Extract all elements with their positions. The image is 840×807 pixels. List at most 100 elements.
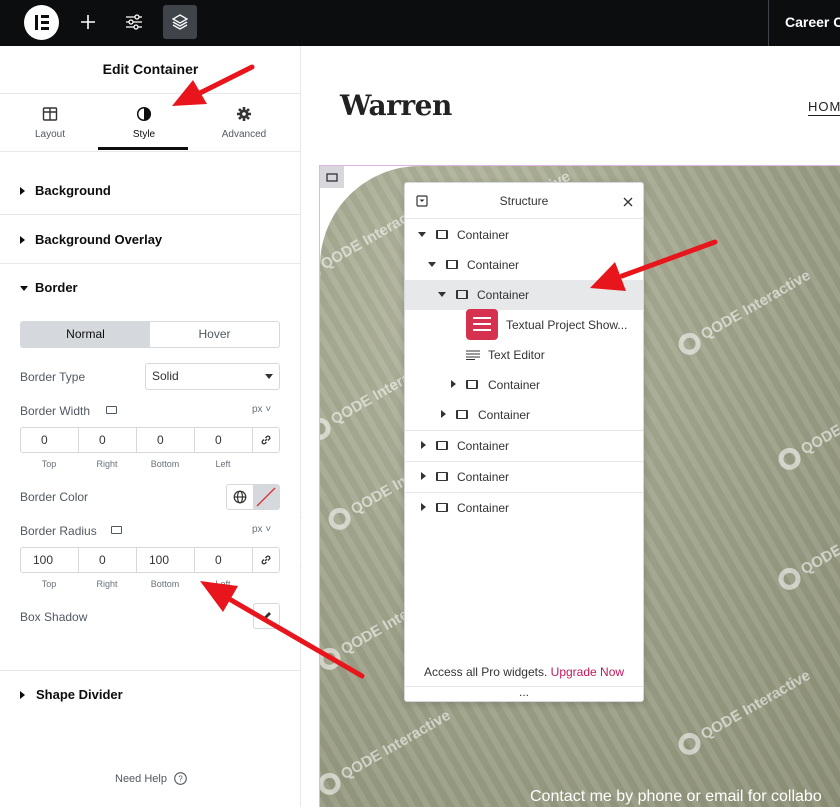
tree-node-container[interactable]: Container <box>405 400 643 431</box>
text-editor-icon <box>466 350 480 360</box>
tree-node-text-editor[interactable]: Text Editor <box>405 340 643 370</box>
section-background[interactable]: Background <box>0 167 300 215</box>
tab-advanced-label: Advanced <box>221 129 267 140</box>
textual-project-showcase-icon <box>466 309 498 340</box>
add-icon[interactable] <box>71 5 105 39</box>
side-label-bottom: Bottom <box>150 459 180 469</box>
need-help-link[interactable]: Need Help ? <box>115 772 187 785</box>
tree-node-container-selected[interactable]: Container <box>405 280 643 310</box>
tree-node-container[interactable]: Container <box>405 431 643 462</box>
border-width-right-input[interactable]: 0 <box>79 428 137 452</box>
box-shadow-edit-button[interactable] <box>253 603 280 629</box>
side-label-right: Right <box>96 459 118 469</box>
tree-node-container[interactable]: Container <box>405 462 643 493</box>
side-label-right: Right <box>96 579 118 589</box>
container-icon <box>456 410 468 419</box>
active-tab-indicator <box>98 147 188 150</box>
desktop-icon[interactable] <box>106 406 117 414</box>
border-width-fields: 0 0 0 0 <box>20 427 280 453</box>
topbar-divider <box>768 0 769 46</box>
tree-node-container[interactable]: Container <box>405 220 643 250</box>
container-handle[interactable] <box>320 166 344 188</box>
border-color-label: Border Color <box>20 490 89 504</box>
pro-widgets-notice: Access all Pro widgets. Upgrade Now <box>423 665 625 679</box>
container-icon <box>326 172 338 182</box>
container-icon <box>436 503 448 512</box>
section-border-title: Border <box>35 280 78 295</box>
border-radius-bottom-input[interactable]: 100 <box>137 548 195 572</box>
section-background-overlay[interactable]: Background Overlay <box>0 216 300 264</box>
globe-icon[interactable] <box>233 490 247 504</box>
section-background-overlay-title: Background Overlay <box>35 232 163 247</box>
tree-node-container[interactable]: Container <box>405 493 643 523</box>
caret-right-icon <box>421 503 426 511</box>
tab-style-label: Style <box>132 129 156 140</box>
border-type-label: Border Type <box>20 370 86 384</box>
caret-down-icon <box>418 232 426 237</box>
desktop-icon[interactable] <box>111 526 122 534</box>
side-label-top: Top <box>41 579 57 589</box>
tree-node-container[interactable]: Container <box>405 250 643 280</box>
upgrade-now-link[interactable]: Upgrade Now <box>551 665 624 679</box>
border-width-label: Border Width <box>20 404 91 418</box>
link-icon[interactable] <box>253 548 279 572</box>
border-radius-label: Border Radius <box>20 524 97 538</box>
border-radius-right-input[interactable]: 0 <box>79 548 137 572</box>
resize-handle[interactable]: ... <box>405 686 643 702</box>
section-shape-divider[interactable]: Shape Divider <box>0 671 300 719</box>
nav-link-home[interactable]: HOM <box>808 99 840 116</box>
tab-layout-label: Layout <box>34 129 66 140</box>
border-width-bottom-input[interactable]: 0 <box>137 428 195 452</box>
section-border[interactable]: Border <box>0 264 300 312</box>
pencil-icon <box>263 612 271 620</box>
normal-tab[interactable]: Normal <box>21 322 150 347</box>
section-background-title: Background <box>35 183 111 198</box>
caret-right-icon <box>451 380 456 388</box>
border-type-select[interactable]: Solid <box>145 363 280 390</box>
chevron-down-icon <box>265 374 273 379</box>
container-icon <box>466 380 478 389</box>
container-icon <box>436 441 448 450</box>
caret-right-icon <box>421 472 426 480</box>
tab-style[interactable]: Style <box>94 94 194 152</box>
border-type-value: Solid <box>152 369 179 383</box>
close-icon[interactable] <box>623 197 633 207</box>
border-radius-top-input[interactable]: 100 <box>21 548 79 572</box>
style-icon <box>136 106 152 122</box>
border-color-picker[interactable] <box>226 484 280 510</box>
site-settings-icon[interactable] <box>117 5 151 39</box>
border-width-unit[interactable]: px ˅ <box>252 404 271 415</box>
contact-text: Contact me by phone or email for collabo <box>530 788 822 805</box>
tab-layout[interactable]: Layout <box>0 94 100 152</box>
border-width-left-input[interactable]: 0 <box>195 428 253 452</box>
layout-icon <box>42 107 58 121</box>
gear-icon <box>237 107 251 121</box>
color-swatch[interactable] <box>253 485 279 509</box>
hover-tab[interactable]: Hover <box>150 322 279 347</box>
question-icon: ? <box>174 772 187 785</box>
container-icon <box>456 290 468 299</box>
structure-icon[interactable] <box>163 5 197 39</box>
structure-title: Structure <box>499 194 549 208</box>
page-title[interactable]: Career C <box>785 14 840 30</box>
link-icon[interactable] <box>253 428 279 452</box>
container-icon <box>446 260 458 269</box>
tree-node-container[interactable]: Container <box>405 370 643 400</box>
caret-right-icon <box>20 236 25 244</box>
tab-advanced[interactable]: Advanced <box>194 94 294 152</box>
border-radius-unit[interactable]: px ˅ <box>252 524 271 535</box>
side-label-top: Top <box>41 459 57 469</box>
svg-text:?: ? <box>178 775 183 784</box>
caret-down-icon <box>438 292 446 297</box>
structure-panel: Structure Container Container Container … <box>404 182 644 702</box>
border-radius-left-input[interactable]: 0 <box>195 548 253 572</box>
border-width-top-input[interactable]: 0 <box>21 428 79 452</box>
site-logo-text[interactable]: Warren <box>340 89 452 122</box>
caret-right-icon <box>20 691 25 699</box>
caret-down-icon <box>428 262 436 267</box>
caret-right-icon <box>20 187 25 195</box>
tree-node-widget[interactable]: Textual Project Show... <box>405 309 643 340</box>
side-label-bottom: Bottom <box>150 579 180 589</box>
structure-header: Structure <box>405 183 643 219</box>
elementor-logo-icon[interactable] <box>24 5 59 40</box>
